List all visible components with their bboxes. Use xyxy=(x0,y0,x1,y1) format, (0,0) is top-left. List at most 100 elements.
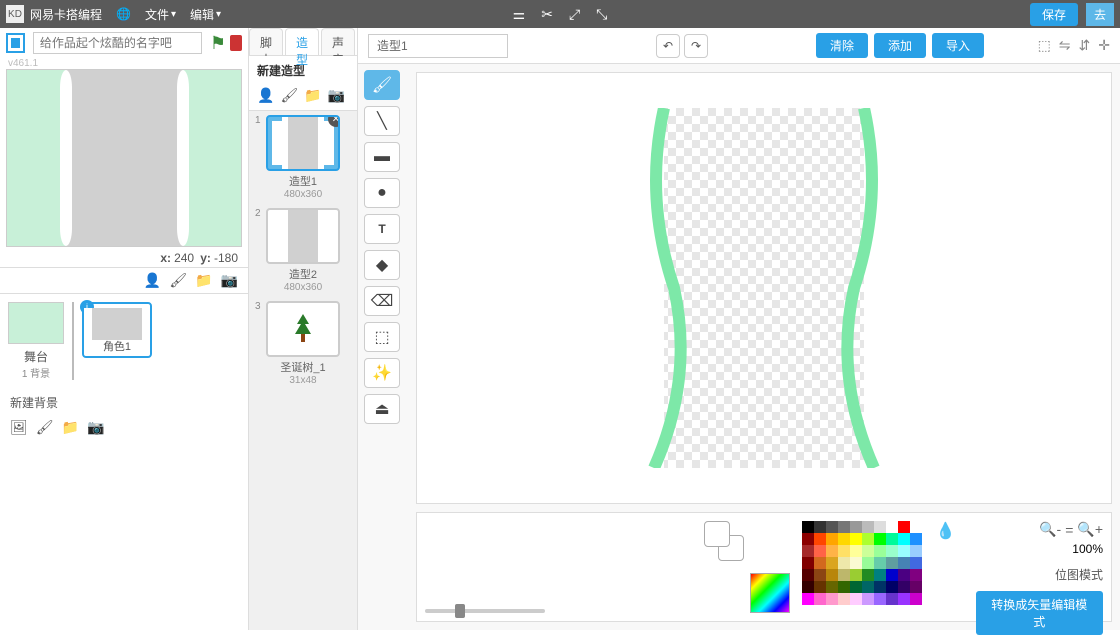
brush-tool[interactable]: 🖌 xyxy=(364,70,400,100)
palette-cell[interactable] xyxy=(910,533,922,545)
palette-cell[interactable] xyxy=(862,581,874,593)
palette-cell[interactable] xyxy=(814,581,826,593)
stop-icon[interactable] xyxy=(230,35,242,51)
stamp-tool[interactable]: ⏏ xyxy=(364,394,400,424)
stage-preview[interactable] xyxy=(6,69,242,247)
paint-backdrop-icon[interactable]: 🖌 xyxy=(36,419,54,436)
palette-cell[interactable] xyxy=(910,581,922,593)
palette-cell[interactable] xyxy=(862,557,874,569)
project-title-input[interactable] xyxy=(33,32,202,54)
palette-cell[interactable] xyxy=(814,545,826,557)
palette-cell[interactable] xyxy=(898,569,910,581)
palette-cell[interactable] xyxy=(874,521,886,533)
palette-cell[interactable] xyxy=(826,569,838,581)
library-costume-icon[interactable]: 👤 xyxy=(257,87,274,104)
flip-v-icon[interactable]: ⇵ xyxy=(1079,37,1091,54)
ellipse-tool[interactable]: ● xyxy=(364,178,400,208)
duplicate-icon[interactable]: ✂ xyxy=(541,6,553,23)
palette-cell[interactable] xyxy=(886,533,898,545)
palette-cell[interactable] xyxy=(850,533,862,545)
palette-cell[interactable] xyxy=(898,557,910,569)
palette-cell[interactable] xyxy=(814,557,826,569)
color-palette[interactable] xyxy=(802,521,922,605)
eraser-tool[interactable]: ⌫ xyxy=(364,286,400,316)
upload-costume-icon[interactable]: 📁 xyxy=(304,87,321,104)
go-button[interactable]: 去 xyxy=(1086,3,1114,26)
palette-cell[interactable] xyxy=(874,557,886,569)
palette-cell[interactable] xyxy=(814,533,826,545)
palette-cell[interactable] xyxy=(898,593,910,605)
eyedropper-icon[interactable]: 💧 xyxy=(936,521,956,541)
wand-tool[interactable]: ✨ xyxy=(364,358,400,388)
camera-costume-icon[interactable]: 📷 xyxy=(328,87,345,104)
text-tool[interactable]: T xyxy=(364,214,400,244)
palette-cell[interactable] xyxy=(838,521,850,533)
palette-cell[interactable] xyxy=(874,533,886,545)
palette-cell[interactable] xyxy=(910,557,922,569)
palette-cell[interactable] xyxy=(862,569,874,581)
palette-cell[interactable] xyxy=(898,581,910,593)
grow-icon[interactable]: ⤢ xyxy=(569,6,580,23)
undo-button[interactable]: ↶ xyxy=(656,34,680,58)
rect-tool[interactable]: ▬ xyxy=(364,142,400,172)
palette-cell[interactable] xyxy=(850,557,862,569)
palette-cell[interactable] xyxy=(886,569,898,581)
tab-scripts[interactable]: 脚本 xyxy=(249,28,283,55)
stage-thumb[interactable] xyxy=(8,302,64,344)
palette-cell[interactable] xyxy=(802,521,814,533)
palette-cell[interactable] xyxy=(838,581,850,593)
convert-mode-button[interactable]: 转换成矢量编辑模式 xyxy=(976,591,1103,635)
flip-h-icon[interactable]: ⇋ xyxy=(1059,37,1071,54)
shrink-icon[interactable]: ⤡ xyxy=(596,6,607,23)
palette-cell[interactable] xyxy=(814,593,826,605)
palette-cell[interactable] xyxy=(850,593,862,605)
palette-cell[interactable] xyxy=(874,545,886,557)
costume-name-input[interactable] xyxy=(368,34,508,58)
clear-button[interactable]: 清除 xyxy=(816,33,868,58)
palette-cell[interactable] xyxy=(802,593,814,605)
palette-cell[interactable] xyxy=(886,593,898,605)
import-button[interactable]: 导入 xyxy=(932,33,984,58)
costume-thumb-3[interactable] xyxy=(266,301,340,357)
tab-costumes[interactable]: 造型 xyxy=(285,28,319,55)
save-button[interactable]: 保存 xyxy=(1030,3,1078,26)
palette-cell[interactable] xyxy=(850,521,862,533)
file-menu[interactable]: 文件 xyxy=(145,6,176,23)
palette-cell[interactable] xyxy=(826,533,838,545)
costume-thumb-1[interactable]: ✕ xyxy=(266,115,340,171)
camera-sprite-icon[interactable]: 📷 xyxy=(221,272,238,289)
sprite-item[interactable]: i 角色1 xyxy=(82,302,152,358)
palette-cell[interactable] xyxy=(838,557,850,569)
palette-cell[interactable] xyxy=(862,545,874,557)
zoom-in-icon[interactable]: 🔍+ xyxy=(1077,521,1103,538)
foreground-swatch[interactable] xyxy=(704,521,730,547)
zoom-reset-icon[interactable]: = xyxy=(1065,522,1073,538)
paint-costume-icon[interactable]: 🖌 xyxy=(280,87,298,104)
edit-menu[interactable]: 编辑 xyxy=(190,6,221,23)
brush-size-slider[interactable] xyxy=(425,609,545,613)
palette-cell[interactable] xyxy=(910,521,922,533)
library-sprite-icon[interactable]: 👤 xyxy=(144,272,161,289)
palette-cell[interactable] xyxy=(826,557,838,569)
palette-cell[interactable] xyxy=(874,581,886,593)
upload-sprite-icon[interactable]: 📁 xyxy=(195,272,212,289)
redo-button[interactable]: ↷ xyxy=(684,34,708,58)
crop-icon[interactable]: ⬚ xyxy=(1038,37,1051,54)
fill-tool[interactable]: ◆ xyxy=(364,250,400,280)
palette-cell[interactable] xyxy=(802,557,814,569)
palette-cell[interactable] xyxy=(826,521,838,533)
palette-cell[interactable] xyxy=(898,545,910,557)
tab-sounds[interactable]: 声音 xyxy=(321,28,355,55)
palette-cell[interactable] xyxy=(910,545,922,557)
costume-thumb-2[interactable] xyxy=(266,208,340,264)
camera-backdrop-icon[interactable]: 📷 xyxy=(87,419,104,436)
library-backdrop-icon[interactable]: 🖼 xyxy=(10,419,28,436)
palette-cell[interactable] xyxy=(886,521,898,533)
palette-cell[interactable] xyxy=(838,569,850,581)
select-tool[interactable]: ⬚ xyxy=(364,322,400,352)
palette-cell[interactable] xyxy=(874,569,886,581)
palette-cell[interactable] xyxy=(814,521,826,533)
green-flag-icon[interactable]: ⚑ xyxy=(210,33,226,54)
palette-cell[interactable] xyxy=(886,545,898,557)
center-icon[interactable]: ✛ xyxy=(1098,37,1110,54)
